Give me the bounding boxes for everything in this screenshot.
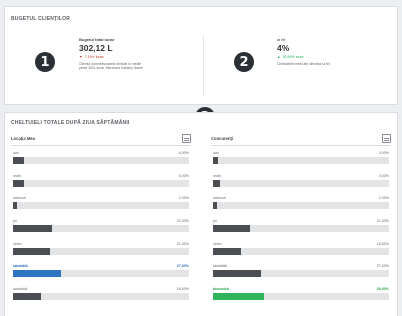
day-percent: 2,00% [378, 196, 389, 201]
bar-fill [213, 293, 265, 301]
day-label: duminică [213, 287, 229, 292]
kpi-label: Bugetul total lunar [79, 37, 115, 42]
competitors-icon[interactable] [382, 133, 391, 143]
bar-fill [13, 270, 61, 278]
day-label: duminică [13, 287, 28, 292]
column-header-label: Concurenți [211, 135, 234, 141]
kpi-description: Clientul dumneavoastră cheltuie în medie… [79, 62, 143, 71]
bar-fill [213, 270, 261, 278]
day-percent: 27,00% [176, 264, 189, 269]
day-row: joi 22,00% [11, 214, 191, 237]
day-label: miercuri [13, 196, 26, 201]
bar-track [13, 270, 189, 278]
day-row: vineri 16,00% [211, 237, 391, 260]
day-percent: 2,00% [178, 196, 189, 201]
bar-track [13, 225, 189, 233]
trend-up-icon: ▲ [277, 55, 281, 59]
bar-fill [13, 247, 50, 255]
kpi-value: 4% [277, 43, 290, 53]
day-row: miercuri 2,00% [11, 191, 191, 214]
kpi-trend-text: 30,59% lunar [282, 55, 304, 59]
day-label: marți [13, 173, 21, 178]
day-percent: 29,00% [376, 287, 389, 292]
day-label: luni [213, 151, 219, 155]
expenses-section-title: CHELTUIELI TOTALE DUPĂ ZIUA SĂPTĂMÂNII [11, 120, 130, 126]
my-location-header: Locația Mea [11, 131, 191, 146]
day-row: joi 21,00% [211, 214, 391, 237]
bar-track [13, 202, 189, 210]
trend-down-icon: ▼ [79, 55, 83, 59]
day-percent: 21,00% [176, 241, 189, 246]
day-label: miercuri [213, 196, 226, 201]
bar-fill [13, 293, 42, 301]
day-label: joi [13, 219, 17, 224]
expenses-card: CHELTUIELI TOTALE DUPĂ ZIUA SĂPTĂMÂNII L… [4, 112, 398, 316]
day-percent: 3,00% [378, 151, 389, 155]
bar-fill [213, 157, 219, 164]
day-percent: 4,00% [378, 173, 389, 178]
day-row: luni 6,00% [11, 146, 191, 169]
bar-fill [13, 157, 24, 164]
bar-fill [213, 225, 250, 233]
day-row: marți 6,00% [11, 169, 191, 192]
day-label: sâmbătă [13, 264, 28, 269]
bar-track [213, 293, 389, 301]
budget-card: BUGETUL CLIENȚILOR 1 Bugetul total lunar… [4, 6, 398, 105]
day-row: luni 3,00% [211, 146, 391, 169]
kpi-description: Cheltuielile medii ale clientilor la fel… [277, 62, 331, 66]
day-percent: 6,00% [178, 151, 189, 155]
budget-section-title: BUGETUL CLIENȚILOR [11, 16, 71, 22]
my-location-column: Locația Mea luni 6,00% marți 6,00% miercuri 2… [11, 131, 191, 305]
day-percent: 6,00% [178, 173, 189, 178]
day-label: vineri [213, 241, 222, 246]
bar-track [213, 157, 389, 164]
day-label: joi [213, 219, 217, 224]
column-header-label: Locația Mea [11, 135, 35, 141]
bar-fill [13, 202, 17, 210]
day-label: sâmbătă [213, 264, 227, 269]
bar-track [213, 225, 389, 233]
kpi-label: la fel [277, 37, 286, 42]
bar-fill [13, 179, 24, 187]
day-label: marți [213, 173, 221, 178]
competitors-header: Concurenți [211, 131, 391, 146]
day-row: duminică 29,00% [211, 282, 391, 305]
kpi-trend-text: 7,19% lunar [84, 55, 104, 59]
bar-track [213, 179, 389, 187]
day-row: vineri 21,00% [11, 237, 191, 260]
day-percent: 27,00% [376, 264, 389, 269]
kpi-value: 302,12 L [79, 43, 113, 53]
day-row: duminică 16,00% [11, 282, 191, 305]
competitors-column: Concurenți luni 3,00% marți 4,00% miercuri 2,… [211, 131, 391, 305]
store-icon[interactable] [182, 133, 191, 143]
day-percent: 16,00% [176, 287, 189, 292]
bar-fill [213, 202, 217, 210]
kpi-total-budget: Bugetul total lunar 302,12 L ▼ 7,19% lun… [79, 37, 149, 70]
kpi-divider [203, 35, 204, 95]
bar-fill [213, 179, 221, 187]
day-percent: 16,00% [376, 241, 389, 246]
day-row: sâmbătă 27,00% [211, 259, 391, 282]
day-percent: 21,00% [376, 219, 389, 224]
bar-track [13, 247, 189, 255]
day-label: luni [13, 151, 19, 155]
kpi-trend: ▼ 7,19% lunar [79, 55, 149, 59]
callout-marker-2: 2 [234, 52, 254, 72]
bar-track [213, 247, 389, 255]
bar-track [13, 293, 189, 301]
day-row: miercuri 2,00% [211, 191, 391, 214]
kpi-same-spend: la fel 4% ▲ 30,59% lunar Cheltuielile me… [277, 37, 347, 66]
bar-track [13, 157, 189, 164]
bar-fill [213, 247, 242, 255]
day-percent: 22,00% [176, 219, 189, 224]
kpi-trend: ▲ 30,59% lunar [277, 55, 347, 59]
bar-fill [13, 225, 52, 233]
day-row: sâmbătă 27,00% [11, 259, 191, 282]
bar-track [13, 179, 189, 187]
callout-marker-1: 1 [35, 52, 55, 72]
day-row: marți 4,00% [211, 169, 391, 192]
bar-track [213, 270, 389, 278]
day-label: vineri [13, 241, 22, 246]
bar-track [213, 202, 389, 210]
